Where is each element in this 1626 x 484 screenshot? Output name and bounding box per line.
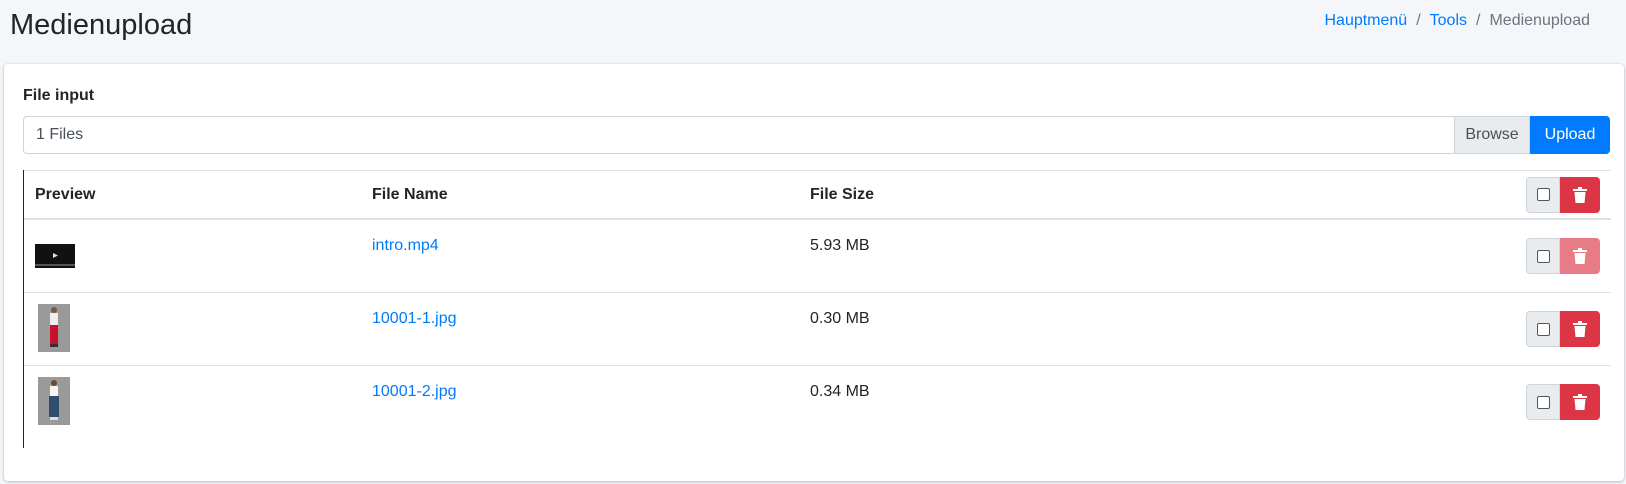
- breadcrumb-tools-link[interactable]: Tools: [1430, 10, 1467, 32]
- upload-card: File input 1 Files Browse Upload Preview…: [4, 64, 1624, 481]
- breadcrumb-current: Medienupload: [1489, 12, 1590, 29]
- table-row: 10001-1.jpg 0.30 MB: [24, 292, 1611, 366]
- row-actions: [1182, 219, 1611, 293]
- file-name-link[interactable]: 10001-2.jpg: [372, 366, 788, 401]
- breadcrumb-separator: /: [1416, 12, 1421, 29]
- image-thumbnail[interactable]: [38, 377, 70, 425]
- select-all-checkbox[interactable]: [1526, 176, 1560, 213]
- trash-icon: [1573, 186, 1587, 203]
- row-action-group: [1526, 384, 1600, 420]
- delete-button[interactable]: [1560, 311, 1600, 347]
- delete-selected-button[interactable]: [1560, 176, 1600, 213]
- checkbox-icon: [1536, 188, 1550, 201]
- file-input-field[interactable]: 1 Files: [23, 116, 1454, 154]
- files-table: Preview File Name File Size intro.mp4 5.…: [23, 170, 1611, 448]
- image-thumbnail[interactable]: [38, 304, 70, 352]
- row-select-checkbox[interactable]: [1526, 238, 1560, 274]
- breadcrumb: Hauptmenü / Tools / Medienupload: [1324, 10, 1590, 32]
- checkbox-icon: [1536, 395, 1550, 409]
- checkbox-icon: [1536, 322, 1550, 336]
- file-name-link[interactable]: intro.mp4: [372, 220, 788, 255]
- file-size-cell: 0.30 MB: [799, 292, 1183, 366]
- preview-cell: [24, 366, 361, 439]
- row-actions: [1182, 292, 1611, 366]
- upload-button[interactable]: Upload: [1530, 116, 1610, 154]
- file-input-label: File input: [23, 87, 95, 104]
- file-size: 0.30 MB: [810, 310, 870, 327]
- trash-icon: [1573, 321, 1587, 337]
- checkbox-icon: [1536, 249, 1550, 263]
- trash-icon: [1573, 394, 1587, 410]
- browse-button[interactable]: Browse: [1454, 116, 1530, 154]
- table-header-row: Preview File Name File Size: [24, 170, 1611, 220]
- preview-cell: [24, 292, 361, 366]
- file-size: 0.34 MB: [810, 383, 870, 400]
- page-title: Medienupload: [10, 9, 193, 41]
- row-action-group: [1526, 238, 1600, 274]
- row-actions: [1183, 366, 1611, 439]
- column-header-preview: Preview: [24, 170, 361, 220]
- file-name-cell: 10001-2.jpg: [361, 366, 799, 439]
- preview-cell: [24, 219, 361, 293]
- delete-button[interactable]: [1560, 384, 1600, 420]
- file-size-cell: 0.34 MB: [799, 366, 1183, 439]
- trash-icon: [1573, 248, 1587, 264]
- row-select-checkbox[interactable]: [1526, 384, 1560, 420]
- file-size-cell: 5.93 MB: [799, 219, 1183, 293]
- breadcrumb-home-link[interactable]: Hauptmenü: [1324, 10, 1407, 32]
- header-actions: [1182, 170, 1611, 220]
- column-header-file-name: File Name: [361, 170, 799, 220]
- file-name-cell: intro.mp4: [361, 219, 799, 293]
- row-action-group: [1526, 311, 1600, 347]
- bulk-actions: [1526, 176, 1600, 213]
- breadcrumb-separator: /: [1476, 12, 1481, 29]
- file-name-cell: 10001-1.jpg: [361, 292, 799, 366]
- file-name-link[interactable]: 10001-1.jpg: [372, 293, 788, 328]
- row-select-checkbox[interactable]: [1526, 311, 1560, 347]
- video-thumbnail[interactable]: [35, 244, 75, 268]
- delete-button[interactable]: [1560, 238, 1600, 274]
- file-size: 5.93 MB: [810, 237, 870, 254]
- file-input-group: 1 Files Browse Upload: [23, 116, 1610, 154]
- column-header-file-size: File Size: [799, 170, 1183, 220]
- table-row: intro.mp4 5.93 MB: [24, 219, 1611, 293]
- table-row: 10001-2.jpg 0.34 MB: [24, 366, 1611, 439]
